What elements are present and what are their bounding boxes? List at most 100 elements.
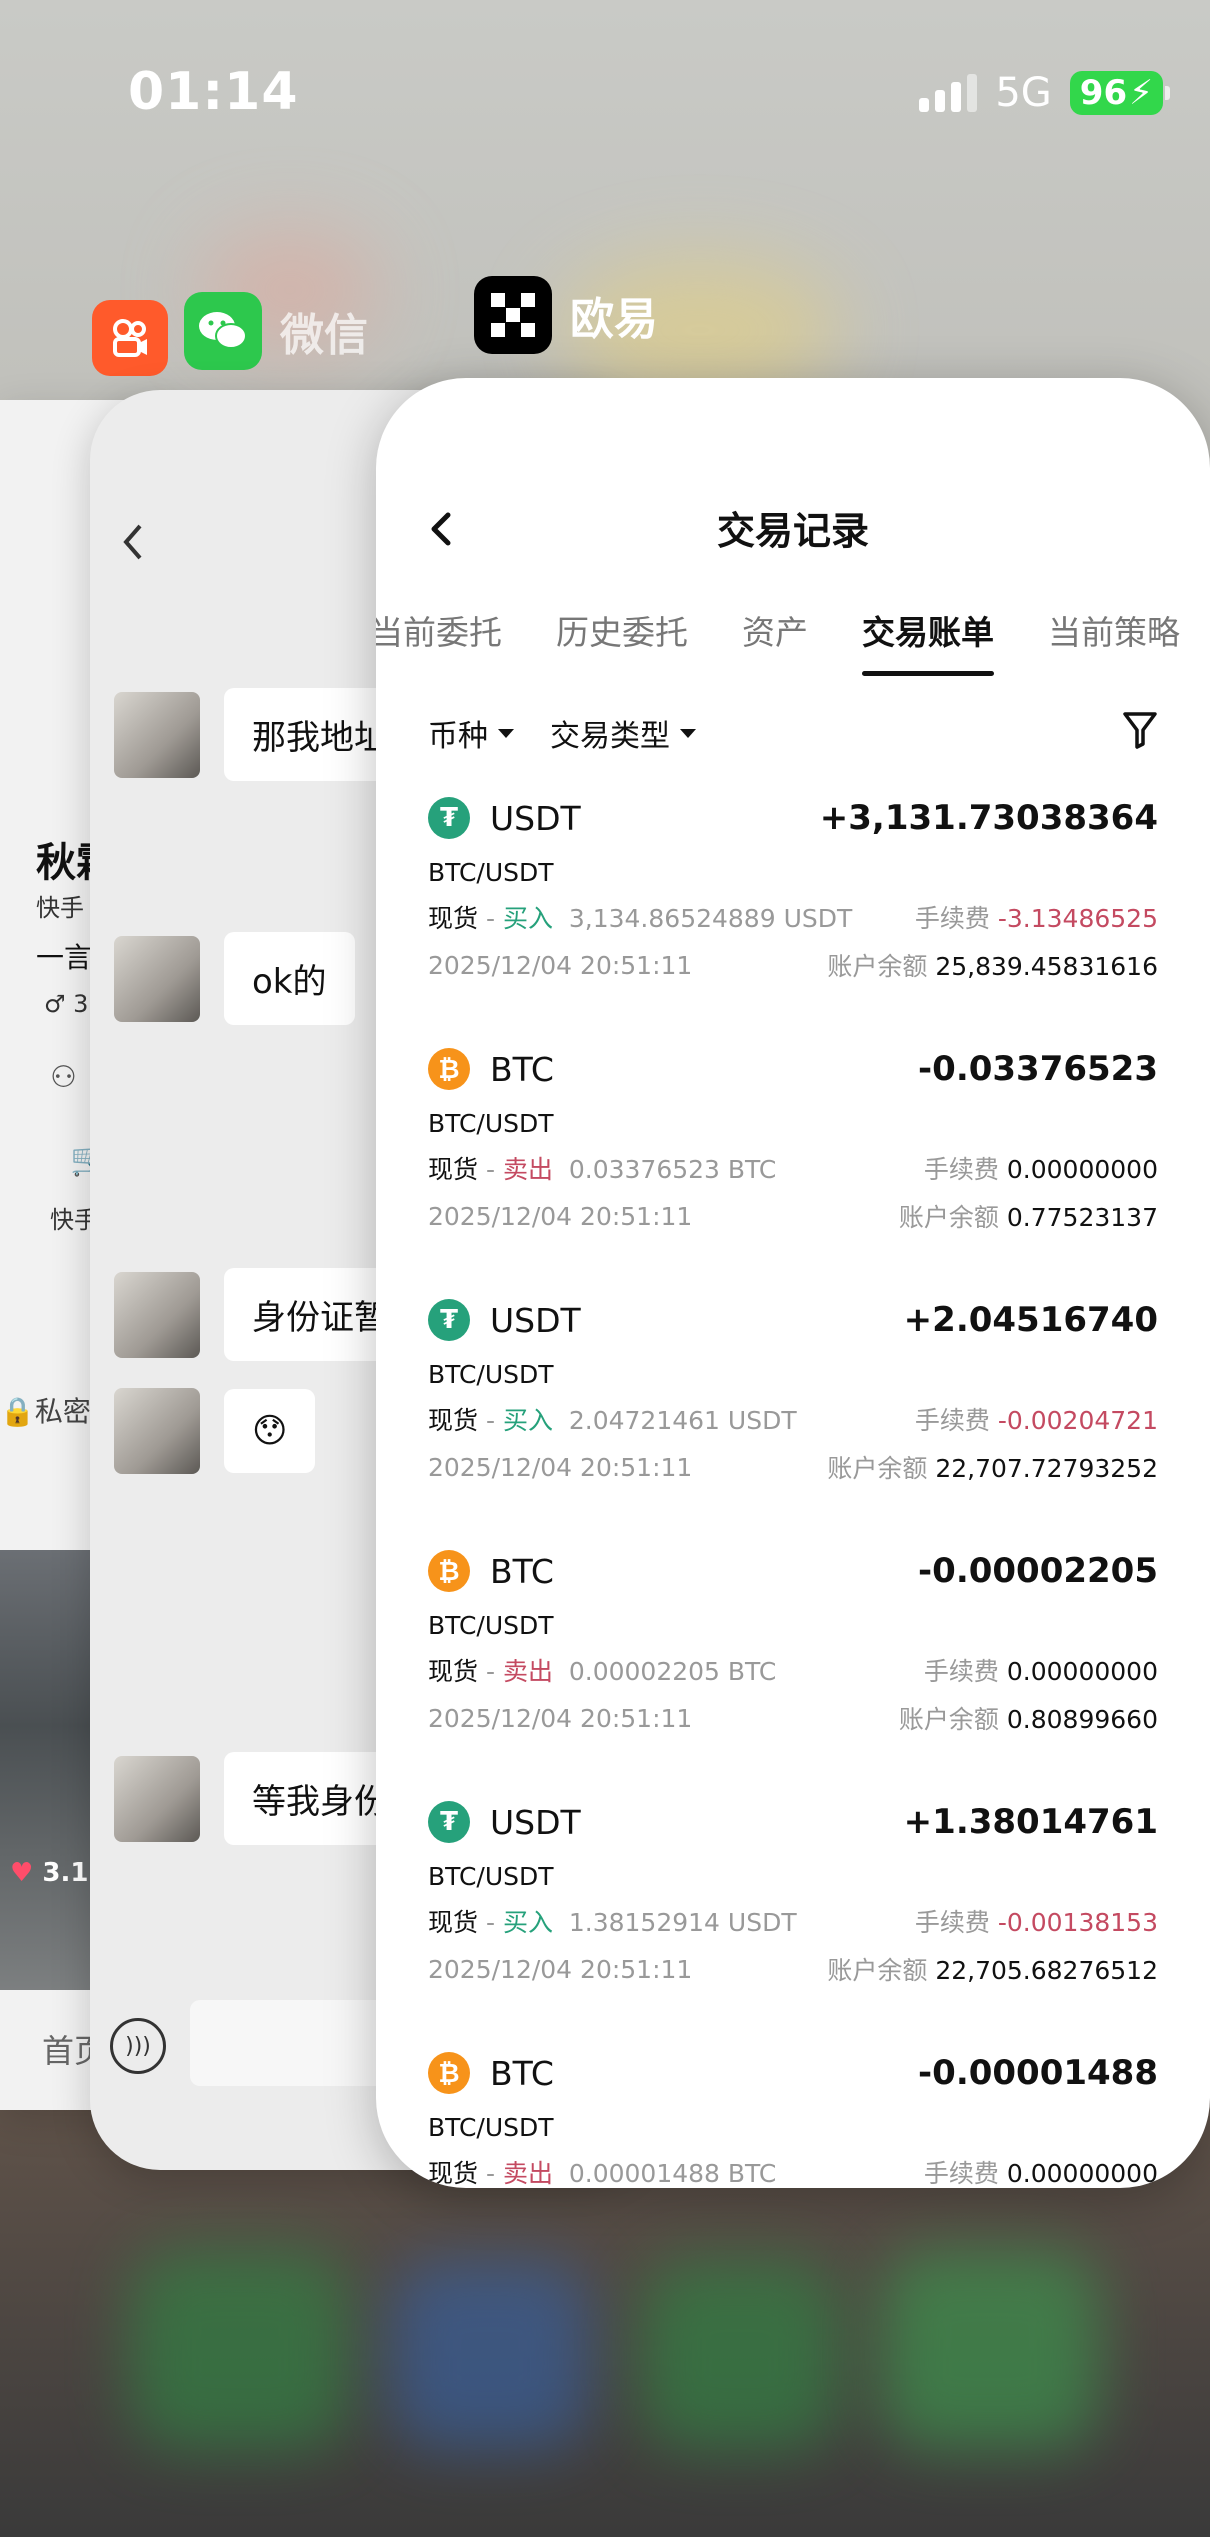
avatar (114, 935, 200, 1022)
trade-detail: 现货 - 买入 2.04721461 USDT (428, 1406, 797, 1435)
table-row[interactable]: ₿ BTC -0.03376523 BTC/USDT 现货 - 卖出 0.033… (428, 1039, 1158, 1279)
okx-card[interactable]: 交易记录 当前委托 历史委托 资产 交易账单 当前策略 币种 交易类型 ₮ US… (376, 378, 1210, 2188)
pair: BTC/USDT (428, 1109, 554, 1138)
fee: 手续费 -0.00138153 (914, 1908, 1158, 1937)
tab-current-strategies[interactable]: 当前策略 (1048, 606, 1180, 676)
coin-name: USDT (490, 798, 581, 838)
coin-name: BTC (490, 1049, 554, 1089)
trade-side: 买入 (502, 904, 553, 933)
trade-qty: 3,134.86524889 USDT (568, 904, 853, 933)
amount: -0.00002205 (918, 1551, 1158, 1591)
filter-funnel-icon[interactable] (1122, 710, 1158, 754)
coin-name: BTC (490, 2053, 554, 2093)
signal-icon (919, 74, 978, 112)
status-time: 01:14 (128, 62, 299, 122)
amount: -0.00001488 (918, 2053, 1158, 2093)
network-type: 5G (995, 70, 1052, 116)
tether-icon: ₮ (428, 797, 470, 839)
coin-name: USDT (490, 1300, 581, 1340)
tether-icon: ₮ (428, 1801, 470, 1843)
pair: BTC/USDT (428, 1611, 554, 1640)
filter-bar: 币种 交易类型 (428, 706, 1158, 760)
trade-detail: 现货 - 卖出 0.03376523 BTC (428, 1155, 777, 1184)
battery-level: 96 (1079, 73, 1128, 113)
tab-assets[interactable]: 资产 (742, 606, 808, 676)
private-label: 🔒私密 (0, 1395, 91, 1428)
trade-side: 卖出 (502, 1657, 553, 1686)
trade-side: 买入 (502, 1908, 553, 1937)
pair: BTC/USDT (428, 1360, 554, 1389)
pair: BTC/USDT (428, 1862, 554, 1891)
coin-label: ₿ BTC (428, 1550, 554, 1592)
add-friend-icon[interactable]: ⚇ (50, 1060, 77, 1095)
trade-qty: 1.38152914 USDT (568, 1908, 797, 1937)
coin-label: ₿ BTC (428, 1048, 554, 1090)
tab-bar: 当前委托 历史委托 资产 交易账单 当前策略 (376, 606, 1180, 676)
table-row[interactable]: ₮ USDT +3,131.73038364 BTC/USDT 现货 - 买入 … (428, 788, 1158, 1028)
fee: 手续费 -0.00204721 (914, 1406, 1158, 1435)
coin-label: ₮ USDT (428, 797, 581, 839)
caret-down-icon (680, 728, 696, 738)
balance: 账户余额 22,707.72793252 (827, 1454, 1158, 1483)
fee: 手续费 0.00000000 (923, 2159, 1158, 2188)
avatar (114, 1271, 200, 1358)
amount: +3,131.73038364 (819, 798, 1158, 838)
trade-type-filter[interactable]: 交易类型 (550, 711, 696, 755)
wechat-app-icon (184, 292, 262, 370)
timestamp: 2025/12/04 20:51:11 (428, 1703, 693, 1733)
fee: 手续费 -3.13486525 (914, 904, 1158, 933)
profile-gender-count: ♂ 3 (44, 990, 89, 1018)
app-label-kuaishou[interactable] (92, 300, 168, 376)
okx-app-name: 欧易 (570, 294, 658, 345)
app-label-wechat[interactable]: 微信 (184, 292, 368, 370)
tab-trade-bills[interactable]: 交易账单 (862, 606, 994, 676)
dock-blur (390, 2260, 590, 2450)
tab-order-history[interactable]: 历史委托 (556, 606, 688, 676)
amount: +1.38014761 (903, 1802, 1158, 1842)
trade-qty: 0.03376523 BTC (568, 1155, 777, 1184)
trade-detail: 现货 - 买入 1.38152914 USDT (428, 1908, 797, 1937)
trade-detail: 现货 - 买入 3,134.86524889 USDT (428, 904, 853, 933)
battery-icon: 96 ⚡ (1069, 71, 1170, 115)
kuaishou-app-icon (92, 300, 168, 376)
voice-icon[interactable]: ))) (110, 2018, 166, 2074)
fee: 手续费 0.00000000 (923, 1657, 1158, 1686)
dock-blur (880, 2250, 1100, 2450)
dock-blur (640, 2260, 840, 2450)
amount: +2.04516740 (903, 1300, 1158, 1340)
message-bubble: ok的 (224, 932, 355, 1025)
bitcoin-icon: ₿ (428, 1550, 470, 1592)
tab-current-orders[interactable]: 当前委托 (376, 606, 502, 676)
trade-qty: 2.04721461 USDT (568, 1406, 797, 1435)
pair: BTC/USDT (428, 858, 554, 887)
chat-message[interactable]: 等我身份 (114, 1752, 416, 1845)
chat-message[interactable]: 那我地址 (114, 688, 416, 781)
chat-message[interactable]: 😯 (114, 1388, 316, 1474)
coin-label: ₮ USDT (428, 1801, 581, 1843)
bitcoin-icon: ₿ (428, 1048, 470, 1090)
table-row[interactable]: ₮ USDT +2.04516740 BTC/USDT 现货 - 买入 2.04… (428, 1290, 1158, 1530)
trade-qty: 0.00002205 BTC (568, 1657, 777, 1686)
caret-down-icon (498, 728, 514, 738)
coin-name: USDT (490, 1802, 581, 1842)
trade-qty: 0.00001488 BTC (568, 2159, 777, 2188)
chat-message[interactable]: 身份证暂 (114, 1268, 416, 1361)
back-icon[interactable] (118, 522, 148, 566)
table-row[interactable]: ₿ BTC -0.00001488 BTC/USDT 现货 - 卖出 0.000… (428, 2043, 1158, 2188)
coin-filter[interactable]: 币种 (428, 711, 514, 755)
app-label-okx[interactable]: 欧易 (474, 276, 658, 354)
balance: 账户余额 0.80899660 (898, 1705, 1158, 1734)
bitcoin-icon: ₿ (428, 2052, 470, 2094)
table-row[interactable]: ₮ USDT +1.38014761 BTC/USDT 现货 - 买入 1.38… (428, 1792, 1158, 2032)
balance: 账户余额 25,839.45831616 (827, 952, 1158, 981)
wechat-app-name: 微信 (280, 310, 368, 361)
timestamp: 2025/12/04 20:51:11 (428, 1201, 693, 1231)
profile-sub: 快手 (36, 894, 84, 922)
table-row[interactable]: ₿ BTC -0.00002205 BTC/USDT 现货 - 卖出 0.000… (428, 1541, 1158, 1781)
timestamp: 2025/12/04 20:51:11 (428, 1954, 693, 1984)
page-title: 交易记录 (716, 509, 869, 553)
message-bubble: 😯 (224, 1389, 316, 1473)
header: 交易记录 (376, 496, 1210, 566)
avatar (114, 1388, 200, 1474)
chat-message[interactable]: ok的 (114, 932, 355, 1025)
